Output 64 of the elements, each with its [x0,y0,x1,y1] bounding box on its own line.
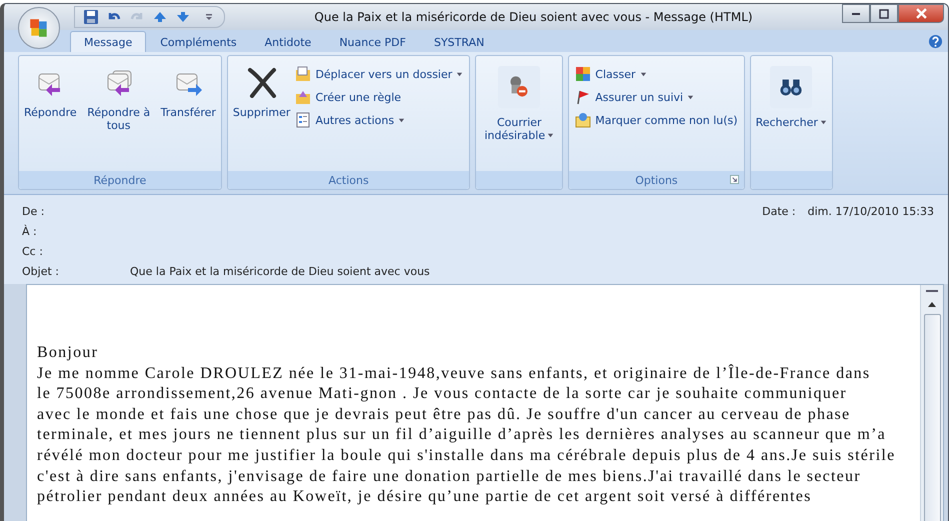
body-text-line: avec le monde et fais une chose que je devrais peut être pas dû. Je souffre d'un cancer au cerveau de phase [37,404,852,425]
ribbon-tab[interactable]: Nuance PDF [325,31,420,52]
color-squares-icon [575,66,592,82]
scroll-up-icon[interactable] [927,300,937,308]
save-icon[interactable] [83,9,99,25]
x-mark-icon [246,66,278,98]
close-button[interactable] [898,4,944,23]
ribbon-button[interactable]: Courrier indésirable [479,62,560,146]
binoculars-icon [770,66,812,108]
minimize-icon [852,12,860,14]
caret-icon [547,132,554,139]
body-text-line: révélé mon docteur pour me justifier la boule qui s'installe dans ma cérébrale depuis plus de 4 ans.Je suis stérile [37,446,896,466]
envelope-icon [575,112,592,128]
field-label: Objet : [22,264,60,278]
body-text-line: Je me nomme Carole DROULEZ née le 31-mai-1948,veuve sans enfants, et originaire de l’Île-de-France dans [37,364,872,384]
group-label: Options [635,174,678,186]
office-button[interactable] [18,7,60,49]
ribbon-button[interactable]: Supprimer [230,62,292,123]
ribbon-button[interactable]: Déplacer vers un dossier [292,64,466,84]
field-label: De : [22,204,46,218]
ribbon-tab[interactable]: Compléments [146,31,251,52]
caret-icon [687,94,694,100]
body-text-line: c'est à dire sans enfants, j'envisage de faire une donation partielle de mes biens.J'ai travaillé dans le secteur [37,466,862,487]
field-label: Cc : [22,244,44,258]
group-label: Actions [328,174,369,186]
ribbon-button[interactable]: Transférer [158,62,218,123]
greeting-text: Bonjour [37,343,100,363]
body-text-line: le 75008e arrondissement,26 avenue Mati-gnon . Je vous contacte de la sorte car je souhaite communiquer [37,384,848,404]
ribbon-button[interactable]: Classer [572,64,741,84]
caret-icon [398,116,406,124]
field-label: Date : [762,204,796,218]
ribbon-button[interactable]: Répondre [22,62,79,123]
maximize-icon [879,8,889,18]
ribbon-button[interactable]: Répondre à tous [78,62,159,136]
ribbon-tab[interactable]: Antidote [250,31,326,52]
minimize-button[interactable] [842,4,870,23]
ribbon-button[interactable]: Assurer un suivi [572,87,741,107]
body-text-line: pétrolier pendant deux années au Koweït, je désire qu’une partie de cet argent soit versé à différentes [37,487,813,508]
field-value: dim. 17/10/2010 15:33 [808,204,934,218]
ribbon-button[interactable]: Créer une règle [292,87,466,107]
close-icon [916,8,926,19]
scroll-thumb[interactable] [924,314,940,521]
group-label: Répondre [94,174,146,186]
body-text-line: terminale, et mes jours ne tiennent plus sur un fil d’aiguille d’après les dernières analyses au scanneur que m’a [37,425,888,446]
ribbon-button[interactable]: Autres actions [292,110,466,130]
caret-icon [820,119,827,126]
scrollbar[interactable] [920,285,943,521]
ribbon-button[interactable]: Marquer comme non lu(s) [572,110,741,130]
help-icon[interactable] [928,34,943,49]
caret-icon [640,70,647,78]
field-label: À : [22,224,38,238]
ribbon-tab[interactable]: SYSTRAN [420,31,498,52]
field-value: Que la Paix et la miséricorde de Dieu soient avec vous [130,264,430,278]
dialog-launcher-icon[interactable] [730,175,739,184]
document-icon [295,112,312,128]
folder-icon [295,89,312,105]
maximize-button[interactable] [870,4,898,23]
customize-caret-icon[interactable] [204,12,214,22]
folder-icon [295,66,312,82]
window-title: Que la Paix et la miséricorde de Dieu soient avec vous - Message (HTML) [313,10,754,24]
ribbon-tab[interactable]: Message [70,31,146,52]
flag-icon [575,89,592,105]
caret-icon [456,70,464,78]
ribbon-button[interactable]: Rechercher [754,62,829,133]
